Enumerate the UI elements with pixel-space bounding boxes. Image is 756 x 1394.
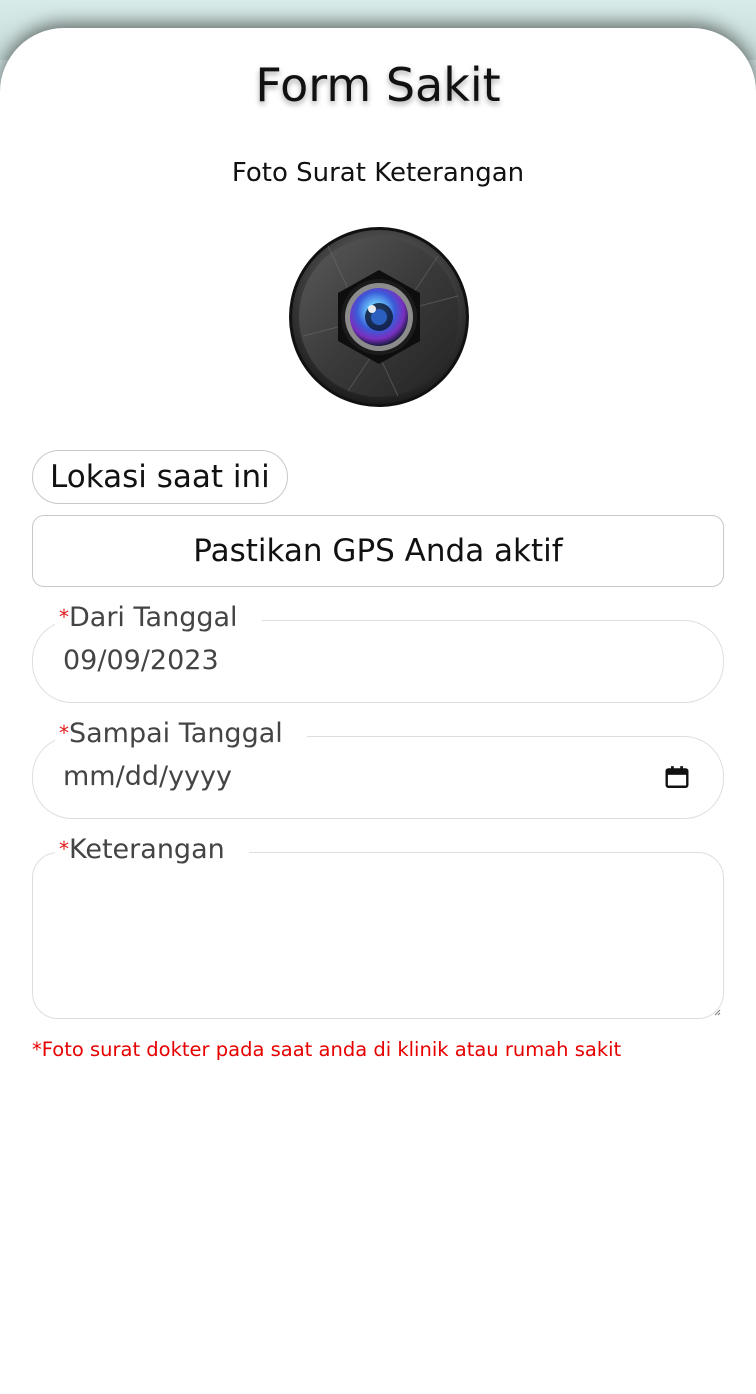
to-date-placeholder[interactable]: mm/dd/yyyy: [63, 761, 232, 792]
camera-lens-icon: [289, 227, 469, 407]
to-date-label-text: Sampai Tanggal: [69, 718, 283, 749]
current-location-button[interactable]: Lokasi saat ini: [32, 450, 288, 504]
from-date-label: *Dari Tanggal: [55, 601, 262, 636]
doctor-note-warning: *Foto surat dokter pada saat anda di kli…: [32, 1038, 622, 1061]
to-date-field[interactable]: *Sampai Tanggal mm/dd/yyyy: [32, 717, 724, 819]
from-date-label-text: Dari Tanggal: [69, 602, 238, 633]
notes-textarea[interactable]: [59, 873, 697, 1002]
notes-label: *Keterangan: [55, 833, 249, 868]
notes-field[interactable]: *Keterangan: [32, 833, 724, 1019]
page-title: Form Sakit: [255, 58, 501, 112]
gps-status-box: Pastikan GPS Anda aktif: [32, 515, 724, 587]
photo-label: Foto Surat Keterangan: [231, 158, 525, 188]
calendar-icon[interactable]: [664, 764, 690, 790]
required-mark: *: [59, 605, 69, 629]
from-date-field[interactable]: *Dari Tanggal 09/09/2023: [32, 601, 724, 703]
camera-button[interactable]: [288, 226, 470, 408]
to-date-label: *Sampai Tanggal: [55, 717, 307, 752]
resize-grip-icon[interactable]: [713, 1008, 721, 1016]
required-mark: *: [59, 721, 69, 745]
from-date-value[interactable]: 09/09/2023: [63, 645, 219, 676]
notes-label-text: Keterangan: [69, 834, 225, 865]
required-mark: *: [59, 837, 69, 861]
